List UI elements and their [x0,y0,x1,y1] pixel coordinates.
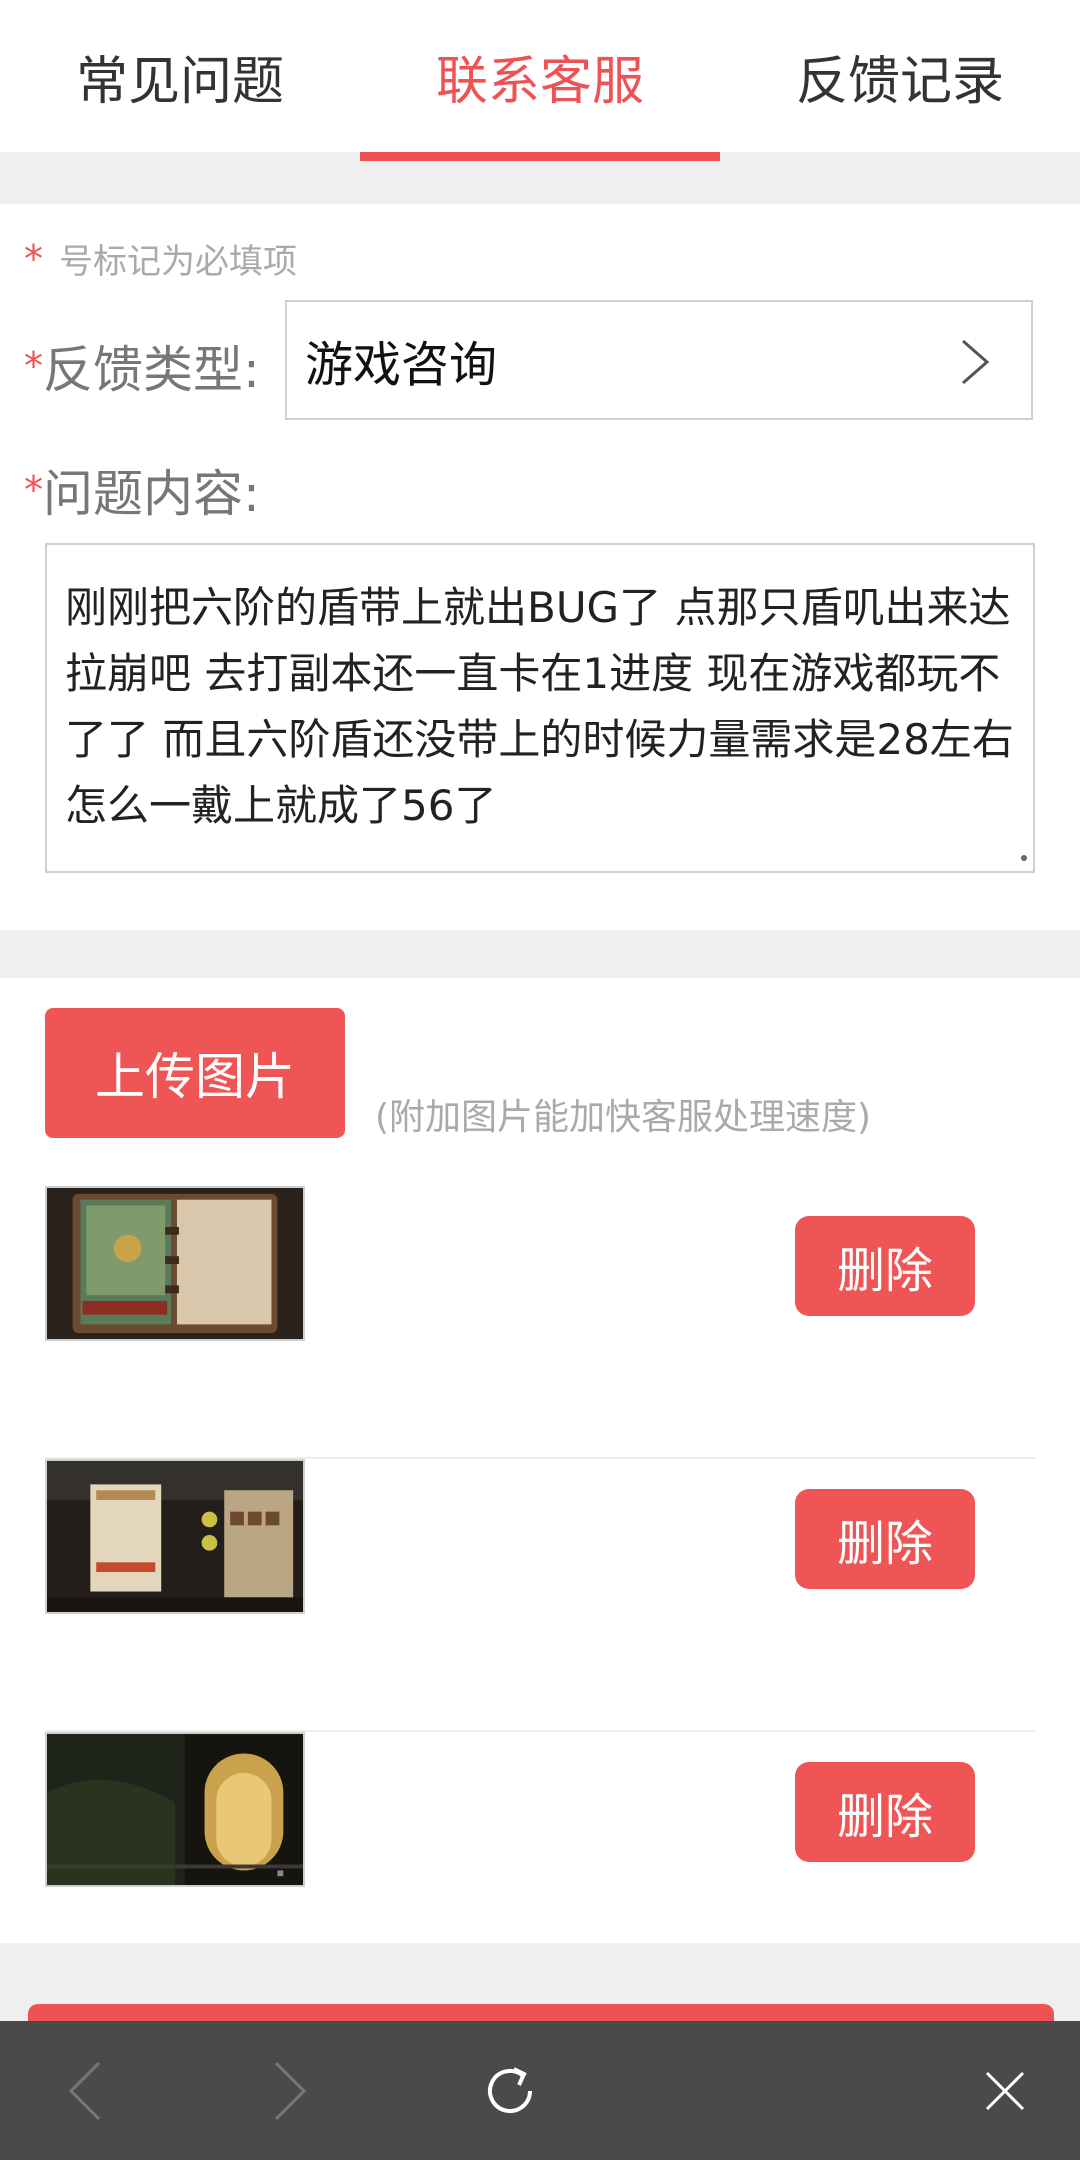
tab-contact-support[interactable]: 联系客服 [360,0,720,152]
back-button[interactable] [40,2021,130,2160]
image-thumbnail[interactable] [45,1459,305,1614]
required-star: * [24,236,43,281]
required-star: * [24,468,43,512]
problem-content-label-text: 问题内容: [43,465,260,523]
tab-faq[interactable]: 常见问题 [0,0,360,152]
required-note: * 号标记为必填项 [24,234,297,283]
feedback-type-value: 游戏咨询 [305,337,498,393]
image-row: 删除 [45,1459,1035,1732]
feedback-page: 常见问题 联系客服 反馈记录 * 号标记为必填项 * 反馈类型: 游戏咨询 * … [0,0,1080,2160]
forward-button[interactable] [245,2021,335,2160]
game-screenshot-2 [47,1461,303,1612]
delete-image-button[interactable]: 删除 [795,1762,975,1862]
delete-image-button[interactable]: 删除 [795,1489,975,1589]
active-tab-indicator [360,152,720,161]
chevron-right-icon [962,339,990,385]
refresh-button[interactable] [455,2021,565,2160]
forward-arrow-icon [274,2061,307,2120]
browser-toolbar [0,2021,1080,2160]
back-arrow-icon [68,2061,101,2120]
close-button[interactable] [960,2021,1050,2160]
tab-feedback-records[interactable]: 反馈记录 [720,0,1080,152]
tab-bar: 常见问题 联系客服 反馈记录 [0,0,1080,152]
image-thumbnail[interactable] [45,1732,305,1887]
game-screenshot-1 [47,1188,303,1339]
required-star: * [24,344,43,388]
upload-hint: (附加图片能加快客服处理速度) [375,1097,872,1138]
problem-content-textarea[interactable]: 刚刚把六阶的盾带上就出BUG了 点那只盾叽出来达拉崩吧 去打副本还一直卡在1进度… [45,543,1035,873]
delete-image-button[interactable]: 删除 [795,1216,975,1316]
game-screenshot-3 [47,1734,303,1885]
refresh-icon [488,2066,532,2113]
feedback-type-label: * 反馈类型: [24,330,260,402]
image-thumbnail[interactable] [45,1186,305,1341]
resize-grip[interactable] [1021,855,1027,861]
required-note-text: 号标记为必填项 [59,242,297,282]
close-icon [985,2071,1025,2110]
image-row: 删除 [45,1186,1035,1459]
upload-image-button[interactable]: 上传图片 [45,1008,345,1138]
feedback-type-select[interactable]: 游戏咨询 [285,300,1033,420]
image-row: 删除 [45,1732,1035,2005]
problem-content-label: * 问题内容: [24,454,260,526]
problem-content-text: 刚刚把六阶的盾带上就出BUG了 点那只盾叽出来达拉崩吧 去打副本还一直卡在1进度… [65,583,1014,830]
feedback-form: * 号标记为必填项 * 反馈类型: 游戏咨询 * 问题内容: 刚刚把六阶的盾带上… [0,204,1080,930]
image-upload-section: 上传图片 (附加图片能加快客服处理速度) 删除 删除 删除 [0,978,1080,2005]
feedback-type-label-text: 反馈类型: [43,341,260,399]
